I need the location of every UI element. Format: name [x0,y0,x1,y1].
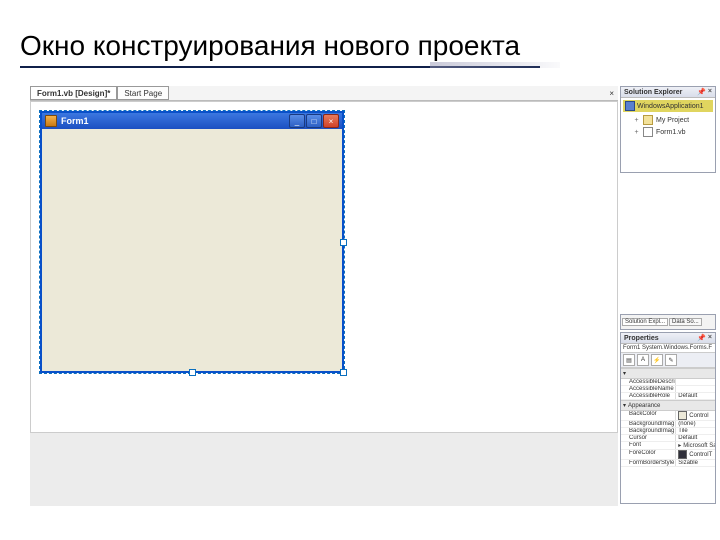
vb-project-icon [625,101,635,111]
prop-value[interactable] [676,386,715,392]
panel-title-text: Solution Explorer [624,89,682,96]
prop-row[interactable]: FormBorderStyleSizable [621,460,715,467]
solution-explorer-panel: Solution Explorer 📌 × WindowsApplication… [620,86,716,173]
properties-title: Properties 📌 × [621,333,715,344]
folder-icon [643,115,653,125]
prop-row[interactable]: AccessibleName [621,386,715,393]
form-title-text: Form1 [61,116,289,126]
properties-toolbar: ▤ A ⚡ ✎ [621,353,715,368]
prop-value[interactable]: Control [676,411,715,420]
tab-start-page[interactable]: Start Page [117,86,169,100]
maximize-icon[interactable]: □ [306,114,322,128]
prop-name: AccessibleName [621,386,676,392]
prop-row[interactable]: AccessibleRoleDefault [621,393,715,400]
prop-row[interactable]: BackgroundImag(none) [621,421,715,428]
form-window[interactable]: Form1 _ □ × [40,111,344,373]
prop-row[interactable]: Font▸Microsoft San [621,442,715,450]
panel-close-icon[interactable]: × [708,88,712,96]
properties-object-selector[interactable]: Form1 System.Windows.Forms.F [621,344,715,353]
prop-name: Cursor [621,435,676,441]
prop-name: AccessibleDescri [621,379,676,385]
prop-value[interactable]: Default [676,435,715,441]
tab-data-sources[interactable]: Data So... [669,318,702,326]
pin-icon[interactable]: 📌 [697,334,706,342]
prop-value[interactable]: ▸Microsoft San [676,442,715,449]
solution-explorer-title: Solution Explorer 📌 × [621,87,715,98]
color-swatch-icon [678,450,687,459]
solution-tree[interactable]: WindowsApplication1 + My Project + Form1… [621,98,715,172]
color-swatch-icon [678,411,687,420]
ide-frame: Form1.vb [Design]* Start Page × Form1 _ … [30,86,618,506]
prop-category[interactable]: ▾ [621,368,715,379]
prop-value[interactable]: (none) [676,421,715,427]
form-selection[interactable]: Form1 _ □ × [39,110,345,374]
prop-row[interactable]: CursorDefault [621,435,715,442]
prop-name: BackColor [621,411,676,420]
props-icon[interactable]: ⚡ [651,354,663,366]
tree-root[interactable]: WindowsApplication1 [623,100,713,112]
prop-value[interactable] [676,379,715,385]
tab-close-icon[interactable]: × [605,89,618,98]
document-tabs: Form1.vb [Design]* Start Page × [30,86,618,101]
prop-category[interactable]: ▾Appearance [621,400,715,411]
title-accent [430,62,560,68]
prop-name: BackgroundImag [621,428,676,434]
properties-panel: Properties 📌 × Form1 System.Windows.Form… [620,332,716,504]
alphabetical-icon[interactable]: A [637,354,649,366]
file-icon [643,127,653,137]
prop-name: ForeColor [621,450,676,459]
close-icon[interactable]: × [323,114,339,128]
prop-name: FormBorderStyle [621,460,676,466]
tree-item-label: My Project [656,117,689,124]
panel-tabstrip: Solution Expl... Data So... [620,314,716,330]
prop-value[interactable]: Tile [676,428,715,434]
tree-item-label: Form1.vb [656,129,686,136]
property-grid[interactable]: ▾ AccessibleDescri AccessibleName Access… [621,368,715,503]
pin-icon[interactable]: 📌 [697,88,706,96]
resize-handle-right[interactable] [340,239,347,246]
tree-item-myproject[interactable]: + My Project [633,114,713,126]
right-column: Solution Explorer 📌 × WindowsApplication… [620,86,716,506]
prop-name: AccessibleRole [621,393,676,399]
panel-close-icon[interactable]: × [708,334,712,342]
expand-icon[interactable]: + [633,117,640,124]
expand-icon[interactable]: + [633,129,640,136]
tree-root-label: WindowsApplication1 [637,103,704,110]
prop-row[interactable]: AccessibleDescri [621,379,715,386]
form-client-area[interactable] [42,129,342,371]
prop-name: BackgroundImag [621,421,676,427]
tree-item-form1[interactable]: + Form1.vb [633,126,713,138]
prop-value[interactable]: Default [676,393,715,399]
form-app-icon [45,115,57,127]
categorized-icon[interactable]: ▤ [623,354,635,366]
category-label: Appearance [628,403,660,409]
prop-row[interactable]: ForeColorControlT [621,450,715,460]
resize-handle-bottom[interactable] [189,369,196,376]
minimize-icon[interactable]: _ [289,114,305,128]
prop-value[interactable]: ControlT [676,450,715,459]
tab-form1-design[interactable]: Form1.vb [Design]* [30,86,117,100]
prop-row[interactable]: BackgroundImagTile [621,428,715,435]
events-icon[interactable]: ✎ [665,354,677,366]
panel-title-text: Properties [624,335,659,342]
spacer [620,175,716,314]
designer-surface[interactable]: Form1 _ □ × [30,101,618,433]
prop-row[interactable]: BackColorControl [621,411,715,421]
resize-handle-corner[interactable] [340,369,347,376]
prop-name: Font [621,442,676,449]
tab-solution-explorer[interactable]: Solution Expl... [622,318,668,326]
prop-value[interactable]: Sizable [676,460,715,466]
form-titlebar: Form1 _ □ × [42,113,342,129]
